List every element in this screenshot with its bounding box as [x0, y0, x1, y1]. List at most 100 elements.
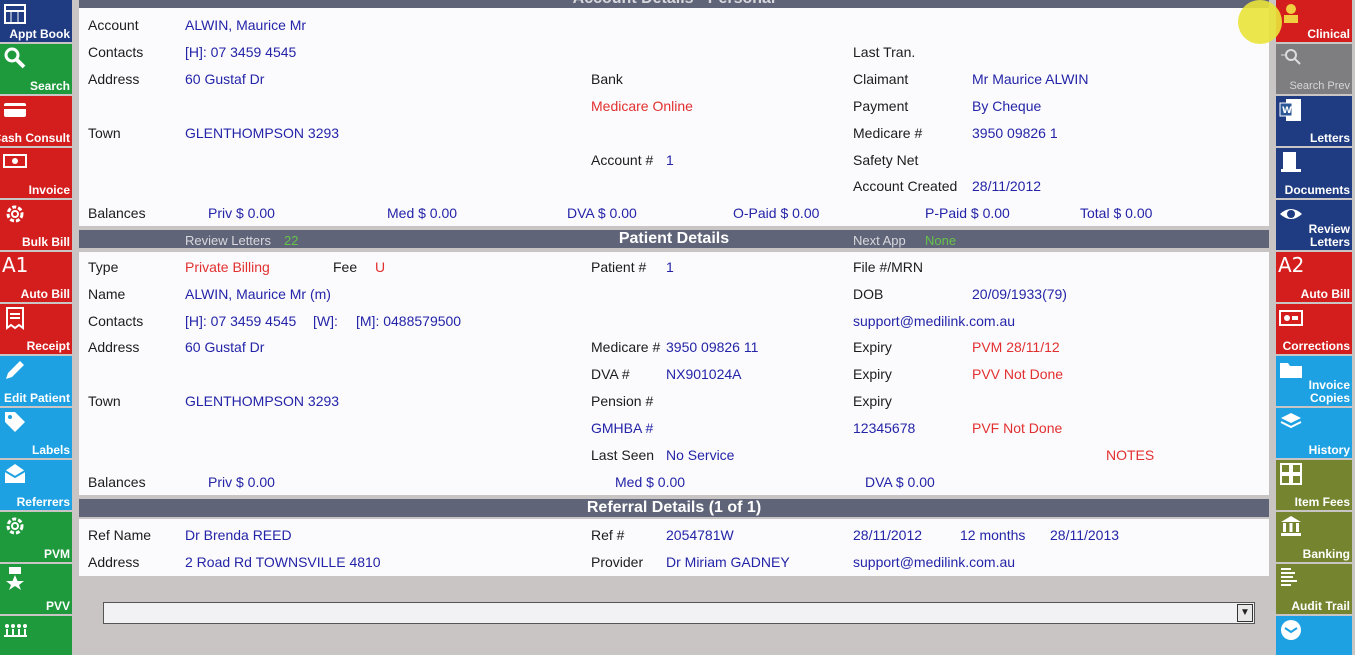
pension-label: Pension #: [591, 393, 654, 409]
account-ppaid-balance: P-Paid $ 0.00: [925, 205, 1010, 221]
search-label: Search: [29, 79, 70, 93]
patient-town-label: Town: [88, 393, 121, 409]
receipt-button[interactable]: Receipt: [0, 304, 72, 354]
account-details-header: Account Details - Personal: [79, 0, 1269, 8]
account-label: Account: [88, 17, 139, 33]
banking-label: Banking: [1302, 547, 1350, 561]
patient-work-phone: [W]:: [313, 313, 338, 329]
referral-details-panel: Ref Name Dr Brenda REED Address 2 Road R…: [79, 519, 1269, 576]
referral-email[interactable]: support@medilink.com.au: [853, 554, 1015, 570]
patient-priv-balance: Priv $ 0.00: [208, 474, 275, 490]
pvv-status: PVV Not Done: [972, 366, 1064, 382]
medal-icon: [3, 566, 31, 590]
patient-balances-label: Balances: [88, 474, 146, 490]
invoice-label: Invoice: [28, 183, 70, 197]
patient-medicare-label: Medicare #: [591, 339, 661, 355]
patient-name: ALWIN, Maurice Mr (m): [185, 286, 331, 302]
clinical-button[interactable]: Clinical: [1276, 0, 1352, 42]
last-seen-label: Last Seen: [591, 447, 655, 463]
clinical-label: Clinical: [1307, 27, 1350, 41]
pvm-button[interactable]: PVM: [0, 512, 72, 562]
account-details-title: Account Details - Personal: [79, 0, 1269, 8]
claimant-value: Mr Maurice ALWIN: [972, 71, 1089, 87]
search-prev-button[interactable]: Search Prev: [1276, 44, 1352, 94]
referrers-button[interactable]: Referrers: [0, 460, 72, 510]
receipt-label: Receipt: [26, 339, 70, 353]
banking-button[interactable]: Banking: [1276, 512, 1352, 562]
medicare-online-link[interactable]: Medicare Online: [591, 98, 693, 114]
payment-label: Payment: [853, 98, 909, 114]
history-button[interactable]: History: [1276, 408, 1352, 458]
documents-label: Documents: [1284, 183, 1350, 197]
provider-name: Dr Miriam GADNEY: [666, 554, 790, 570]
item-fees-button[interactable]: Item Fees: [1276, 460, 1352, 510]
name-label: Name: [88, 286, 126, 302]
payment-value: By Cheque: [972, 98, 1042, 114]
patient-address: 60 Gustaf Dr: [185, 339, 265, 355]
dva-expiry-label: Expiry: [853, 366, 892, 382]
dva-value: NX901024A: [666, 366, 742, 382]
pvv-button[interactable]: PVV: [0, 564, 72, 614]
auto-bill-a1-button[interactable]: A1 Auto Bill: [0, 252, 72, 302]
auto-bill-label: Auto Bill: [20, 287, 70, 301]
letters-button[interactable]: W Letters: [1276, 96, 1352, 146]
bulk-bill-button[interactable]: Bulk Bill: [0, 200, 72, 250]
search-button[interactable]: Search: [0, 44, 72, 94]
patient-town: GLENTHOMPSON 3293: [185, 393, 340, 409]
last-tran-label: Last Tran.: [853, 44, 916, 60]
file-mrn-label: File #/MRN: [853, 259, 924, 275]
review-letters-button[interactable]: Review Letters: [1276, 200, 1352, 250]
referral-period: 12 months: [960, 527, 1026, 543]
svg-text:W: W: [1282, 106, 1292, 116]
clinical-icon: [1279, 2, 1307, 26]
labels-button[interactable]: Labels: [0, 408, 72, 458]
account-opaid-balance: O-Paid $ 0.00: [733, 205, 820, 221]
right-sidebar: Clinical Search Prev W Letters Documents…: [1276, 0, 1352, 655]
referrer-name: Dr Brenda REED: [185, 527, 292, 543]
documents-button[interactable]: Documents: [1276, 148, 1352, 198]
magnifier-icon: [3, 46, 31, 70]
edit-patient-button[interactable]: Edit Patient: [0, 356, 72, 406]
bank-label: Bank: [591, 71, 623, 87]
pvf-button[interactable]: [0, 616, 72, 655]
referral-expiry: 28/11/2013: [1050, 527, 1120, 543]
a2-glyph: A2: [1278, 253, 1305, 277]
bulk-bill-label: Bulk Bill: [21, 235, 70, 249]
account-created-label: Account Created: [853, 178, 958, 194]
corrections-button[interactable]: Corrections: [1276, 304, 1352, 354]
dva-label: DVA #: [591, 366, 630, 382]
provider-label: Provider: [591, 554, 644, 570]
patient-email[interactable]: support@medilink.com.au: [853, 313, 1015, 329]
referral-date: 28/11/2012: [853, 527, 923, 543]
account-total-balance: Total $ 0.00: [1080, 205, 1153, 221]
invoice-icon: [3, 150, 31, 174]
notes-link[interactable]: NOTES: [1106, 447, 1154, 463]
pension-expiry-label: Expiry: [853, 393, 892, 409]
invoice-copies-label: Invoice Copies: [1308, 378, 1350, 405]
patient-medicare-value: 3950 09826 11: [666, 339, 759, 355]
invoice-button[interactable]: Invoice: [0, 148, 72, 198]
next-app-value: None: [925, 233, 957, 248]
referrers-label: Referrers: [16, 495, 70, 509]
audit-trail-button[interactable]: Audit Trail: [1276, 564, 1352, 614]
search-prev-label: Search Prev: [1289, 80, 1350, 92]
patient-contacts-label: Contacts: [88, 313, 144, 329]
corrections-label: Corrections: [1282, 339, 1350, 353]
fee-label: Fee: [333, 259, 358, 275]
ref-number: 2054781W: [666, 527, 734, 543]
pencil-icon: [3, 358, 31, 382]
corrections-icon: [1279, 306, 1307, 330]
appt-book-button[interactable]: Appt Book: [0, 0, 72, 42]
selection-dropdown[interactable]: ▼: [103, 602, 1255, 624]
left-sidebar: Appt Book Search Cash Consult Invoice Bu…: [0, 0, 72, 655]
mail-icon: [1279, 618, 1307, 642]
cash-consult-button[interactable]: Cash Consult: [0, 96, 72, 146]
mail-button[interactable]: [1276, 616, 1352, 655]
auto-bill-a2-button[interactable]: A2 Auto Bill: [1276, 252, 1352, 302]
referrer-address: 2 Road Rd TOWNSVILLE 4810: [185, 554, 381, 570]
dropdown-arrow-icon[interactable]: ▼: [1237, 604, 1253, 622]
list-icon: [1279, 566, 1307, 590]
dob-label: DOB: [853, 286, 884, 302]
medicare-expiry-label: Expiry: [853, 339, 892, 355]
invoice-copies-button[interactable]: Invoice Copies: [1276, 356, 1352, 406]
